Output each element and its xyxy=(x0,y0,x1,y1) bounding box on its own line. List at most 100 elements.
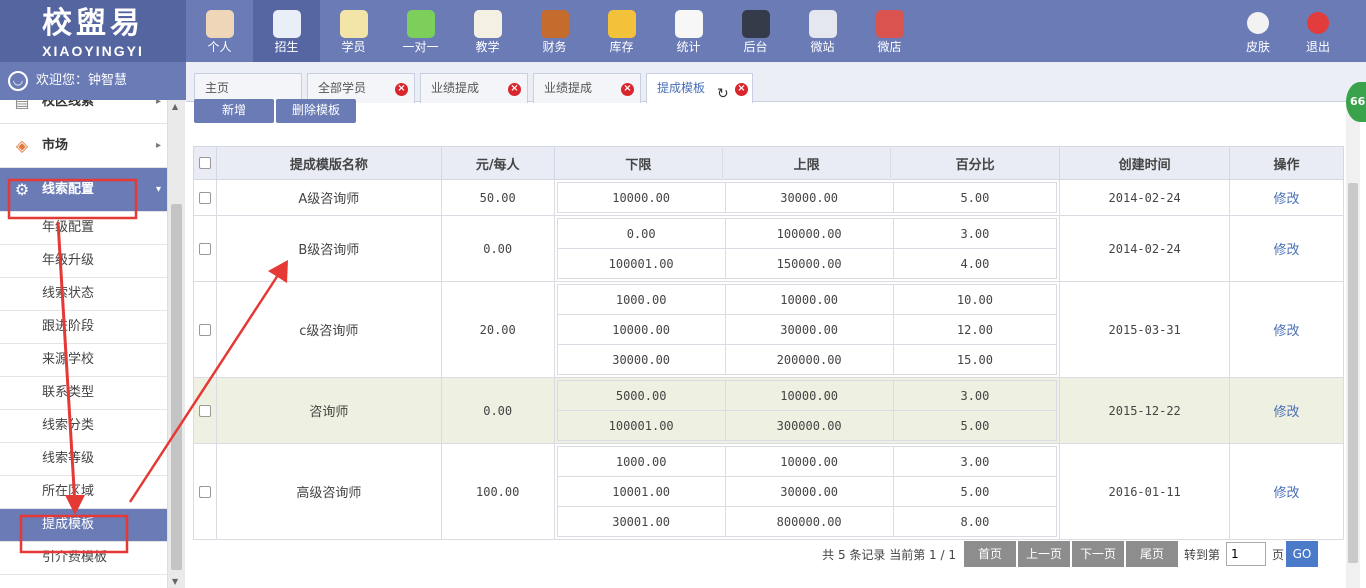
nav-label: 退出 xyxy=(1305,40,1330,54)
scroll-down-icon[interactable]: ▼ xyxy=(172,577,178,586)
nav-item-5[interactable]: 财务 xyxy=(521,0,588,62)
delete-template-button[interactable]: 删除模板 xyxy=(276,99,356,123)
nav-label: 皮肤 xyxy=(1245,40,1270,54)
sidebar-item-4[interactable]: 来源学校 xyxy=(0,344,167,377)
nav-label: 统计 xyxy=(676,40,701,54)
sidebar-item-6[interactable]: 线索分类 xyxy=(0,410,167,443)
tier-lower: 10001.00 xyxy=(556,476,726,507)
tier-row: 100001.00 150000.00 4.00 xyxy=(556,248,1058,279)
select-all-checkbox[interactable] xyxy=(198,157,211,169)
tier-cell: 5000.00 10000.00 3.00 100001.00 300000.00 5.0… xyxy=(553,377,1061,444)
action-cell: 修改 xyxy=(1229,443,1344,540)
scrollbar-thumb[interactable] xyxy=(171,204,182,570)
tier-table: 1000.00 10000.00 10.00 10000.00 30000.00 12.0… xyxy=(556,284,1058,375)
per-person-amount: 100.00 xyxy=(440,443,555,540)
sidebar-item-8[interactable]: 所在区域 xyxy=(0,476,167,509)
nav-item-7[interactable]: 统计 xyxy=(655,0,722,62)
tab-bar: 主页 全部学员 × 业绩提成 × 业绩提成 × 提成模板 ↻ × xyxy=(186,62,1366,104)
nav-label: 招生 xyxy=(274,40,299,54)
first-page-button[interactable]: 首页 xyxy=(963,541,1016,567)
nav-item-6[interactable]: 库存 xyxy=(588,0,655,62)
nav-item-10[interactable]: 微店 xyxy=(856,0,923,62)
per-person-amount: 50.00 xyxy=(440,179,555,216)
row-checkbox[interactable] xyxy=(198,486,211,498)
sidebar-item-7[interactable]: 线索等级 xyxy=(0,443,167,476)
sidebar-item-9[interactable]: 提成模板 xyxy=(0,509,167,542)
tab-commission-2[interactable]: 业绩提成 × xyxy=(533,73,641,103)
sidebar-item-10[interactable]: 引介费模板 xyxy=(0,542,167,575)
row-checkbox[interactable] xyxy=(198,324,211,336)
shop-icon xyxy=(875,10,904,38)
sidebar-group-label: 线索配置 xyxy=(42,182,95,197)
tier-header-cell: 下限 上限 百分比 xyxy=(553,146,1061,180)
tier-table: 1000.00 10000.00 3.00 10001.00 30000.00 5.00 3… xyxy=(556,446,1058,537)
edit-link[interactable]: 修改 xyxy=(1274,324,1300,339)
tab-label: 全部学员 xyxy=(318,81,367,95)
sidebar-item-2[interactable]: 线索状态 xyxy=(0,278,167,311)
tier-upper: 800000.00 xyxy=(724,506,894,537)
created-date: 2016-01-11 xyxy=(1059,443,1231,540)
close-icon[interactable]: × xyxy=(395,83,408,96)
row-checkbox[interactable] xyxy=(198,192,211,204)
nav-item-4[interactable]: 教学 xyxy=(454,0,521,62)
nav-item-3[interactable]: 一对一 xyxy=(387,0,454,62)
tier-upper: 30000.00 xyxy=(724,182,894,213)
tier-percent: 15.00 xyxy=(892,344,1058,375)
nav-item-9[interactable]: 微站 xyxy=(789,0,856,62)
prev-page-button[interactable]: 上一页 xyxy=(1017,541,1070,567)
sidebar-group-campus-leads[interactable]: ▤ 校区线索 ▸ xyxy=(0,100,167,124)
per-person-amount: 0.00 xyxy=(440,377,555,444)
nav-item-0[interactable]: 个人 xyxy=(186,0,253,62)
welcome-bar: ◡ 欢迎您：钟智慧 xyxy=(0,62,186,100)
tab-commission-1[interactable]: 业绩提成 × xyxy=(420,73,528,103)
close-icon[interactable]: × xyxy=(621,83,634,96)
chat-bubbles-icon xyxy=(406,10,435,38)
tier-percent: 5.00 xyxy=(892,182,1058,213)
nav-item-8[interactable]: 后台 xyxy=(722,0,789,62)
page-number-input[interactable] xyxy=(1225,542,1266,566)
sidebar-submenu: 年级配置 年级升级 线索状态 跟进阶段 来源学校 联系类型 线索分类 线索等级 所在区域 提成模板… xyxy=(0,212,167,575)
tier-row: 100001.00 300000.00 5.00 xyxy=(556,410,1058,441)
scroll-up-icon[interactable]: ▲ xyxy=(172,102,178,111)
sidebar-scrollbar[interactable]: ▲ ▼ xyxy=(168,100,185,588)
nav-item-2[interactable]: 学员 xyxy=(320,0,387,62)
edit-link[interactable]: 修改 xyxy=(1274,405,1300,420)
go-button[interactable]: GO xyxy=(1286,541,1318,567)
welcome-text: 欢迎您：钟智慧 xyxy=(36,73,128,88)
sidebar: ▤ 校区线索 ▸ ◈ 市场 ▸ ⚙ 线索配置 ▾ 年级配置 年级升级 线索状态 跟进阶… xyxy=(0,100,168,588)
tier-lower: 30001.00 xyxy=(556,506,726,537)
edit-link[interactable]: 修改 xyxy=(1274,486,1300,501)
commission-template-table: 提成模版名称 元/每人 下限 上限 百分比 创建时间 操作 A级咨询师 50.00… xyxy=(193,146,1344,540)
sidebar-group-market[interactable]: ◈ 市场 ▸ xyxy=(0,124,167,168)
tab-commission-template[interactable]: 提成模板 ↻ × xyxy=(646,73,753,104)
table-row: 高级咨询师 100.00 1000.00 10000.00 3.00 10001.00 30… xyxy=(193,443,1344,540)
main-nav: 个人 招生 学员 一对一 教学 财务 库存 统计 后台 微站 微店 xyxy=(186,0,923,62)
main-scrollbar[interactable] xyxy=(1346,103,1360,588)
edit-link[interactable]: 修改 xyxy=(1274,243,1300,258)
app-window: 校盥易 XIAOYINGYI 个人 招生 学员 一对一 教学 财务 库存 统计 后台 微站 微店 皮… xyxy=(0,0,1366,588)
nav-item-1[interactable]: 招生 xyxy=(253,0,320,62)
close-icon[interactable]: × xyxy=(508,83,521,96)
add-button[interactable]: 新增 xyxy=(194,99,274,123)
edit-link[interactable]: 修改 xyxy=(1274,192,1300,207)
scrollbar-thumb[interactable] xyxy=(1348,183,1358,563)
skin-button[interactable]: 皮肤 xyxy=(1228,0,1288,62)
close-icon[interactable]: × xyxy=(735,83,748,96)
row-checkbox[interactable] xyxy=(198,405,211,417)
action-cell: 修改 xyxy=(1229,281,1344,378)
row-checkbox[interactable] xyxy=(198,243,211,255)
sidebar-group-lead-config[interactable]: ⚙ 线索配置 ▾ xyxy=(0,168,167,212)
nav-label: 微店 xyxy=(877,40,902,54)
logout-button[interactable]: 退出 xyxy=(1288,0,1348,62)
sidebar-item-3[interactable]: 跟进阶段 xyxy=(0,311,167,344)
tier-row: 30001.00 800000.00 8.00 xyxy=(556,506,1058,537)
action-cell: 修改 xyxy=(1229,179,1344,216)
last-page-button[interactable]: 尾页 xyxy=(1125,541,1178,567)
sidebar-item-0[interactable]: 年级配置 xyxy=(0,212,167,245)
tier-upper: 300000.00 xyxy=(724,410,894,441)
column-header: 元/每人 xyxy=(440,146,555,180)
column-header: 提成模版名称 xyxy=(215,146,442,180)
sidebar-item-1[interactable]: 年级升级 xyxy=(0,245,167,278)
sidebar-item-5[interactable]: 联系类型 xyxy=(0,377,167,410)
next-page-button[interactable]: 下一页 xyxy=(1071,541,1124,567)
